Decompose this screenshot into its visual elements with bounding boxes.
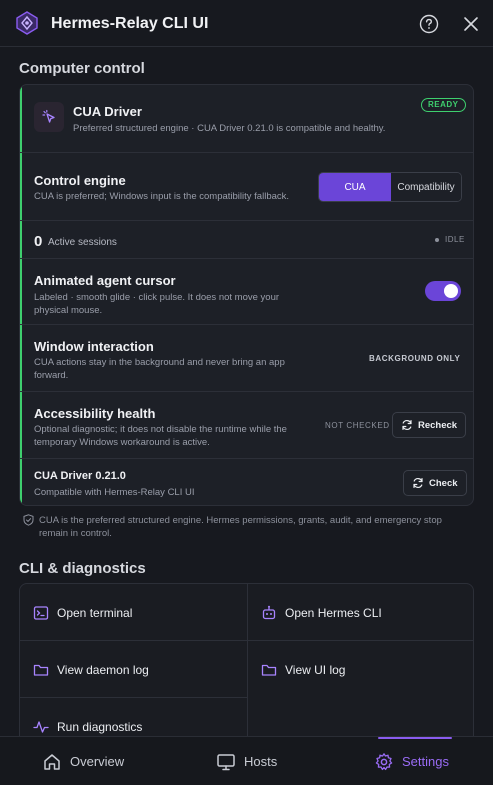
window-interaction-title: Window interaction (34, 339, 154, 354)
close-button[interactable] (460, 13, 482, 35)
nav-settings[interactable]: Settings (374, 737, 449, 785)
open-hermes-cli-button[interactable]: Open Hermes CLI (248, 584, 473, 641)
cli-actions-grid: Open terminal Open Hermes CLI View daemo… (19, 583, 474, 753)
open-hermes-cli-label: Open Hermes CLI (285, 605, 382, 620)
session-state-label: IDLE (445, 235, 465, 244)
control-engine-title: Control engine (34, 173, 126, 188)
accessibility-row: Accessibility health Optional diagnostic… (20, 391, 473, 458)
folder-icon (261, 664, 277, 676)
open-terminal-button[interactable]: Open terminal (20, 584, 247, 641)
driver-row: CUA Driver Preferred structured engine ·… (20, 85, 473, 152)
agent-cursor-title: Animated agent cursor (34, 273, 176, 288)
active-sessions-count: 0 (34, 233, 43, 250)
gear-icon (375, 752, 393, 770)
view-daemon-log-label: View daemon log (57, 662, 149, 677)
activity-icon (33, 720, 49, 733)
toggle-knob (444, 284, 458, 298)
driver-name: CUA Driver (73, 104, 142, 119)
accessibility-description: Optional diagnostic; it does not disable… (34, 424, 287, 448)
help-button[interactable] (418, 13, 440, 35)
open-terminal-label: Open terminal (57, 605, 133, 620)
control-engine-row: Control engine CUA is preferred; Windows… (20, 152, 473, 220)
window-interaction-description: CUA actions stay in the background and n… (34, 357, 285, 381)
robot-icon (262, 605, 276, 619)
view-ui-log-label: View UI log (285, 662, 346, 677)
check-label: Check (429, 477, 458, 489)
accessibility-status: NOT CHECKED (325, 421, 390, 430)
recheck-button[interactable]: Recheck (392, 412, 467, 438)
app-logo-icon (16, 11, 38, 35)
accessibility-title: Accessibility health (34, 406, 156, 421)
status-badge: READY (421, 98, 466, 112)
driver-description: Preferred structured engine · CUA Driver… (73, 123, 386, 134)
engine-option-compatibility[interactable]: Compatibility (391, 173, 461, 201)
nav-settings-label: Settings (402, 754, 449, 769)
driver-version-row: CUA Driver 0.21.0 Compatible with Hermes… (20, 458, 473, 505)
close-icon (464, 17, 478, 31)
nav-overview-label: Overview (70, 754, 125, 769)
window-title: Hermes-Relay CLI UI (51, 15, 209, 32)
folder-icon (33, 664, 49, 676)
idle-dot-icon (435, 237, 439, 242)
window-interaction-row: Window interaction CUA actions stay in t… (20, 324, 473, 391)
agent-cursor-description: Labeled · smooth glide · click pulse. It… (34, 292, 280, 316)
driver-version-description: Compatible with Hermes-Relay CLI UI (34, 487, 195, 498)
refresh-icon (413, 477, 423, 489)
cursor-click-icon (34, 102, 64, 132)
view-ui-log-button[interactable]: View UI log (248, 641, 473, 698)
agent-cursor-row: Animated agent cursor Labeled · smooth g… (20, 258, 473, 324)
monitor-icon (217, 753, 235, 770)
computer-control-card: CUA Driver Preferred structured engine ·… (19, 84, 474, 506)
engine-option-cua[interactable]: CUA (319, 173, 391, 201)
computer-control-heading: Computer control (19, 60, 145, 77)
engine-selector: CUA Compatibility (318, 172, 462, 202)
nav-hosts[interactable]: Hosts (216, 737, 277, 785)
driver-version-title: CUA Driver 0.21.0 (34, 470, 126, 482)
run-diagnostics-label: Run diagnostics (57, 719, 143, 734)
terminal-icon (33, 605, 49, 620)
shield-check-icon (23, 514, 34, 526)
bottom-nav: Overview Hosts Settings (0, 736, 493, 785)
control-note: CUA is the preferred structured engine. … (39, 515, 442, 539)
home-icon (44, 753, 60, 770)
session-state: IDLE (435, 235, 465, 244)
help-icon (419, 14, 439, 34)
refresh-icon (402, 419, 412, 431)
agent-cursor-toggle[interactable] (425, 281, 461, 301)
view-daemon-log-button[interactable]: View daemon log (20, 641, 247, 698)
recheck-label: Recheck (418, 419, 458, 431)
check-button[interactable]: Check (403, 470, 467, 496)
active-sessions-label: Active sessions (48, 237, 117, 248)
title-bar: Hermes-Relay CLI UI (0, 0, 493, 47)
nav-hosts-label: Hosts (244, 754, 278, 769)
window-interaction-value: BACKGROUND ONLY (369, 354, 461, 363)
control-engine-description: CUA is preferred; Windows input is the c… (34, 191, 290, 202)
nav-overview[interactable]: Overview (42, 737, 124, 785)
cli-heading: CLI & diagnostics (19, 560, 146, 577)
sessions-row: 0 Active sessions IDLE (20, 220, 473, 258)
